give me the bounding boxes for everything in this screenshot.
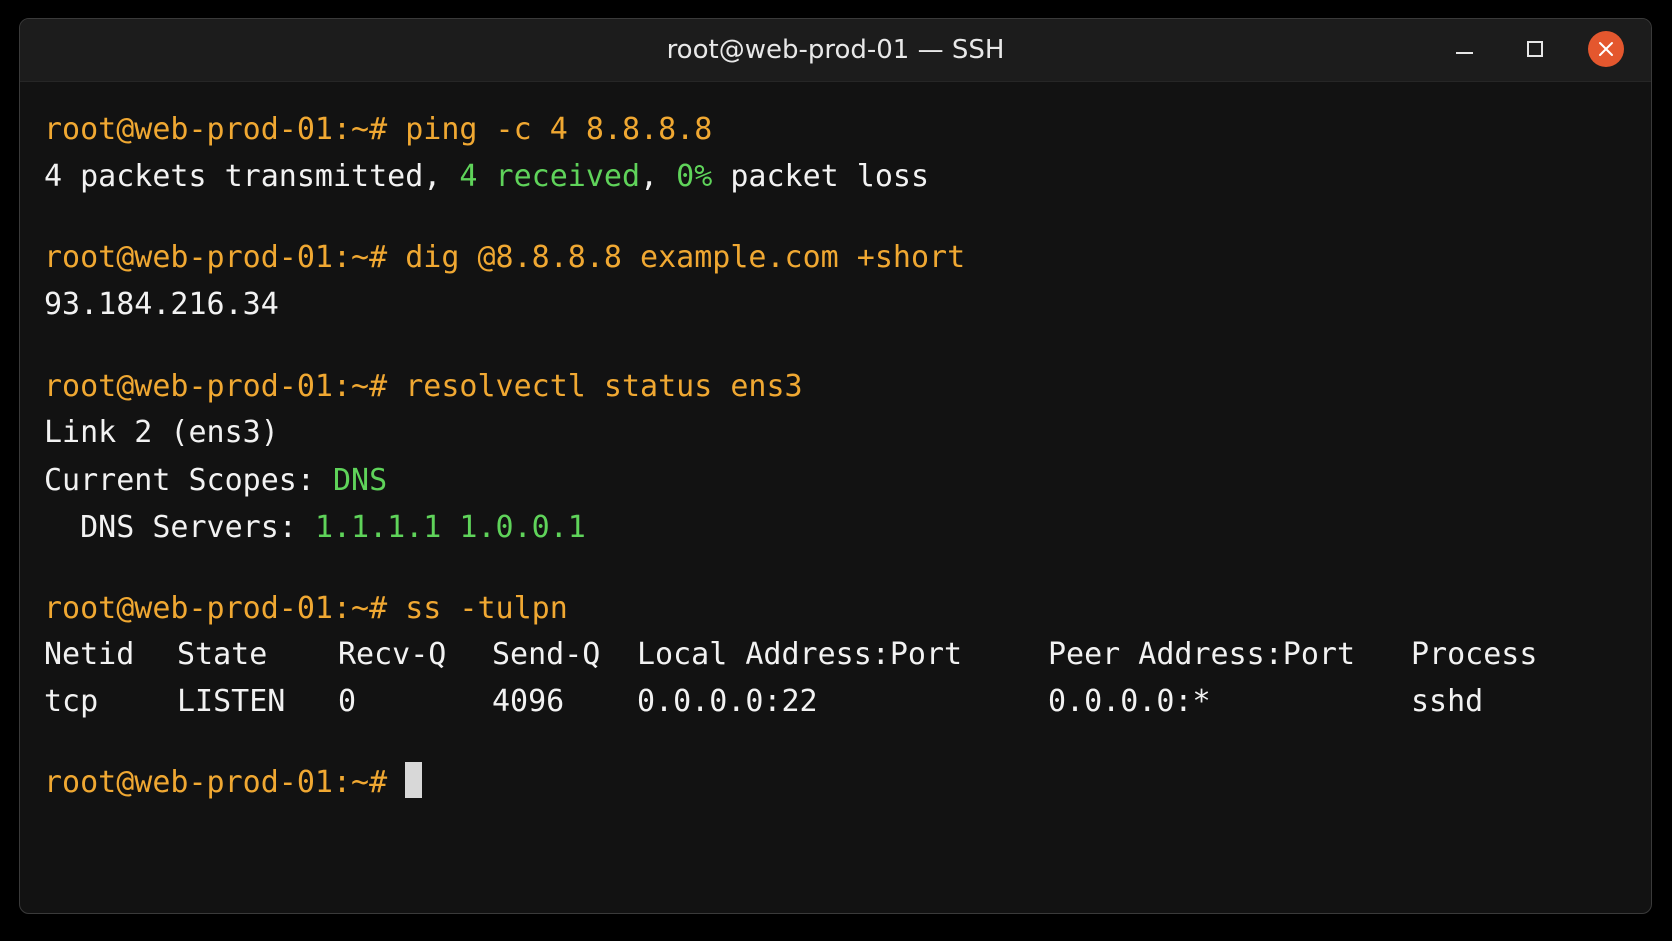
ss-cell-state: LISTEN xyxy=(177,684,286,719)
terminal-window: root@web-prod-01 — SSH root@web-prod-01:… xyxy=(19,18,1652,914)
command-line-resolvectl: root@web-prod-01:~# resolvectl status en… xyxy=(44,367,803,407)
ss-header-netid: Netid xyxy=(44,637,135,672)
ss-header-peer: Peer Address:Port xyxy=(1048,637,1356,672)
shell-prompt: root@web-prod-01:~# xyxy=(44,369,406,404)
ping-output-sep: , xyxy=(640,159,677,194)
ss-header-state: State xyxy=(177,637,268,672)
command-text: resolvectl status ens3 xyxy=(405,369,803,404)
minimize-icon xyxy=(1456,52,1473,54)
ping-received: 4 received xyxy=(459,159,641,194)
ping-loss-value: 0% xyxy=(676,159,713,194)
dig-output: 93.184.216.34 xyxy=(44,287,279,322)
ss-header-local: Local Address:Port xyxy=(637,637,963,672)
ping-output: 4 packets transmitted, 4 received, 0% pa… xyxy=(44,157,929,197)
maximize-icon xyxy=(1527,41,1543,57)
ss-header-recvq: Recv-Q xyxy=(338,637,447,672)
window-title: root@web-prod-01 — SSH xyxy=(666,35,1005,65)
ss-cell-peer: 0.0.0.0:* xyxy=(1048,684,1211,719)
table-row: tcp LISTEN 0 4096 0.0.0.0:22 0.0.0.0:* s… xyxy=(20,682,1651,722)
command-line-ss: root@web-prod-01:~# ss -tulpn xyxy=(44,589,568,629)
ss-cell-local: 0.0.0.0:22 xyxy=(637,684,818,719)
ss-cell-recvq: 0 xyxy=(338,684,357,719)
resolvectl-link: Link 2 (ens3) xyxy=(44,415,279,450)
ping-output-text: 4 packets transmitted, xyxy=(44,159,460,194)
shell-prompt: root@web-prod-01:~# xyxy=(44,112,406,147)
ss-cell-sendq: 4096 xyxy=(492,684,565,719)
servers-value: 1.1.1.1 1.0.0.1 xyxy=(314,510,586,545)
shell-prompt: root@web-prod-01:~# xyxy=(44,240,406,275)
close-button[interactable] xyxy=(1588,31,1624,67)
ss-cell-process: sshd xyxy=(1411,684,1484,719)
resolvectl-servers: DNS Servers: 1.1.1.1 1.0.0.1 xyxy=(44,508,586,548)
title-bar[interactable]: root@web-prod-01 — SSH xyxy=(20,19,1651,82)
ss-cell-netid: tcp xyxy=(44,684,99,719)
command-text: dig @8.8.8.8 example.com +short xyxy=(405,240,966,275)
scopes-label: Current Scopes: xyxy=(44,463,333,498)
shell-prompt: root@web-prod-01:~# xyxy=(44,765,406,800)
text-cursor xyxy=(405,762,423,798)
command-text: ping -c 4 8.8.8.8 xyxy=(405,112,713,147)
resolvectl-scopes: Current Scopes: DNS xyxy=(44,461,387,501)
command-text: ss -tulpn xyxy=(405,591,568,626)
command-line-ping: root@web-prod-01:~# ping -c 4 8.8.8.8 xyxy=(44,110,712,150)
active-prompt-line[interactable]: root@web-prod-01:~# xyxy=(44,762,423,802)
maximize-button[interactable] xyxy=(1516,31,1554,69)
ping-loss-label: packet loss xyxy=(712,159,930,194)
shell-prompt: root@web-prod-01:~# xyxy=(44,591,406,626)
ss-header-row: Netid State Recv-Q Send-Q Local Address:… xyxy=(20,635,1651,675)
close-icon xyxy=(1599,42,1613,56)
ss-header-sendq: Send-Q xyxy=(492,637,601,672)
minimize-button[interactable] xyxy=(1445,31,1483,69)
terminal-output[interactable]: root@web-prod-01:~# ping -c 4 8.8.8.8 4 … xyxy=(20,82,1651,913)
command-line-dig: root@web-prod-01:~# dig @8.8.8.8 example… xyxy=(44,238,965,278)
ss-header-process: Process xyxy=(1411,637,1538,672)
scopes-value: DNS xyxy=(332,463,388,498)
servers-label: DNS Servers: xyxy=(44,510,315,545)
